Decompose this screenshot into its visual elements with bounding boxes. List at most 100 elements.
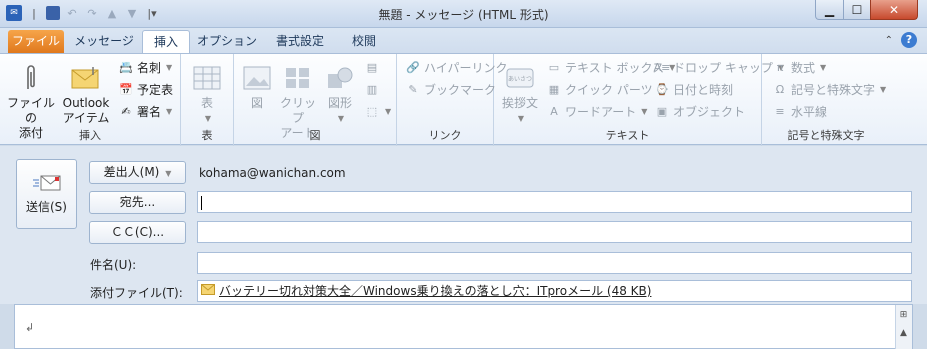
group-tables: 表 ▼ 表 bbox=[181, 54, 234, 146]
business-card-icon: 📇 bbox=[119, 61, 133, 74]
send-label: 送信(S) bbox=[26, 200, 67, 214]
calendar-icon: 📅 bbox=[119, 83, 133, 96]
ruler-toggle-icon[interactable]: ⊞ bbox=[896, 307, 911, 323]
object-icon: ▣ bbox=[656, 105, 668, 118]
group-label: 記号と特殊文字 bbox=[787, 129, 865, 142]
tab-format[interactable]: 書式設定 bbox=[268, 30, 332, 53]
shapes-icon bbox=[325, 62, 355, 94]
quickparts-button[interactable]: ▦ クイック パーツ ▼ bbox=[546, 81, 664, 98]
textbox-label: テキスト ボックス bbox=[565, 61, 665, 75]
chart-button[interactable]: ▥ bbox=[364, 81, 380, 97]
hline-button[interactable]: ≡ 水平線 bbox=[772, 103, 827, 120]
smartart-button[interactable]: ▤ bbox=[364, 59, 380, 75]
vertical-scrollbar[interactable]: ⊞ ▲ bbox=[895, 305, 912, 349]
subject-label: 件名(U): bbox=[90, 258, 137, 272]
cc-field[interactable] bbox=[197, 221, 912, 243]
send-button[interactable]: 送信(S) bbox=[16, 159, 77, 229]
signature-icon: ✍ bbox=[121, 105, 131, 118]
shapes-label: 図形 bbox=[327, 96, 352, 110]
screenshot-button[interactable]: ⬚ ▼ bbox=[364, 103, 391, 119]
textbox-icon: ▭ bbox=[548, 61, 560, 74]
omega-icon: Ω bbox=[775, 83, 785, 96]
group-label: テキスト bbox=[605, 129, 650, 142]
calendar-button[interactable]: 📅 予定表 bbox=[118, 81, 173, 98]
picture-label: 図 bbox=[250, 96, 263, 110]
equation-label: 数式 bbox=[791, 61, 816, 75]
attachment-item[interactable]: バッテリー切れ対策大全／Windows乗り換えの落とし穴：ITproメール (4… bbox=[219, 281, 651, 301]
group-text: あいさつ 挨拶文 ▼ ▭ テキスト ボックス ▼ ▦ クイック パーツ ▼ A ワードアー… bbox=[494, 54, 784, 146]
table-button[interactable]: 表 ▼ bbox=[189, 62, 225, 126]
datetime-button[interactable]: ⌚ 日付と時刻 bbox=[654, 81, 733, 98]
from-address: kohama@wanichan.com bbox=[199, 166, 346, 180]
picture-icon bbox=[242, 62, 272, 94]
subject-field[interactable] bbox=[197, 252, 912, 274]
signature-button[interactable]: ✍ 署名 ▼ bbox=[118, 103, 172, 120]
picture-button[interactable]: 図 bbox=[240, 62, 274, 111]
bookmark-label: ブックマーク bbox=[424, 83, 497, 97]
dropdown-arrow-icon: ▼ bbox=[166, 107, 173, 116]
envelope-icon bbox=[201, 281, 215, 301]
tab-message[interactable]: メッセージ bbox=[72, 30, 136, 53]
title-bar: ✉ | ↶ ↷ ▲ ▼ |▾ 無題 - メッセージ (HTML 形式) ▁ ☐ … bbox=[0, 0, 927, 28]
dropcap-icon: A≡ bbox=[653, 61, 671, 74]
greeting-button[interactable]: あいさつ 挨拶文 ▼ bbox=[500, 62, 540, 126]
group-label: 挿入 bbox=[79, 129, 101, 142]
wordart-button[interactable]: A ワードアート ▼ bbox=[546, 103, 647, 120]
window-title: 無題 - メッセージ (HTML 形式) bbox=[378, 8, 549, 22]
attach-label: 添付ファイル(T): bbox=[90, 286, 183, 300]
from-button-label: 差出人(M) bbox=[103, 165, 160, 179]
smartart-icon: ▤ bbox=[366, 60, 378, 74]
calendar-label: 予定表 bbox=[137, 83, 174, 97]
ribbon: ファイルの 添付 Outlook アイテム 📇 名刺 ▼ 📅 予定表 ✍ 署名 ▼ … bbox=[0, 53, 927, 146]
greeting-label: 挨拶文 bbox=[501, 96, 538, 110]
object-label: オブジェクト bbox=[673, 105, 746, 119]
message-body[interactable]: ↲ ⊞ ▲ bbox=[14, 304, 913, 349]
datetime-label: 日付と時刻 bbox=[673, 83, 734, 97]
shapes-button[interactable]: 図形 ▼ bbox=[322, 62, 358, 126]
quickparts-label: クイック パーツ bbox=[565, 83, 653, 97]
paragraph-mark: ↲ bbox=[25, 321, 35, 334]
business-card-button[interactable]: 📇 名刺 ▼ bbox=[118, 59, 172, 76]
greeting-icon: あいさつ bbox=[505, 62, 535, 94]
business-card-label: 名刺 bbox=[137, 61, 162, 75]
bookmark-button[interactable]: ✎ ブックマーク bbox=[405, 81, 496, 98]
hyperlink-icon: 🔗 bbox=[406, 61, 420, 74]
tab-review[interactable]: 校閲 bbox=[342, 30, 386, 53]
equation-button[interactable]: π 数式 ▼ bbox=[772, 59, 826, 76]
minimize-button[interactable]: ▁ bbox=[815, 0, 844, 20]
tab-options[interactable]: オプション bbox=[196, 30, 258, 53]
quickparts-icon: ▦ bbox=[548, 83, 560, 96]
attachment-field[interactable]: バッテリー切れ対策大全／Windows乗り換えの落とし穴：ITproメール (4… bbox=[197, 280, 912, 302]
table-label: 表 bbox=[200, 96, 213, 110]
dropdown-arrow-icon: ▼ bbox=[166, 63, 173, 72]
chart-icon: ▥ bbox=[366, 82, 378, 96]
outlook-item-button[interactable]: Outlook アイテム bbox=[60, 62, 112, 126]
pi-icon: π bbox=[776, 61, 784, 74]
group-include: ファイルの 添付 Outlook アイテム 📇 名刺 ▼ 📅 予定表 ✍ 署名 ▼ … bbox=[0, 54, 181, 146]
to-button[interactable]: 宛先... bbox=[89, 191, 186, 214]
datetime-icon: ⌚ bbox=[655, 83, 669, 96]
send-mail-icon bbox=[32, 174, 61, 192]
cc-button[interactable]: ＣＣ(C)... bbox=[89, 221, 186, 244]
bookmark-icon: ✎ bbox=[408, 83, 418, 96]
tab-insert[interactable]: 挿入 bbox=[142, 30, 190, 53]
table-icon bbox=[192, 62, 222, 94]
object-button[interactable]: ▣ オブジェクト bbox=[654, 103, 745, 120]
tab-file[interactable]: ファイル bbox=[8, 30, 64, 53]
wordart-icon: A bbox=[550, 105, 558, 118]
maximize-button[interactable]: ☐ bbox=[843, 0, 871, 20]
hyperlink-button[interactable]: 🔗 ハイパーリンク bbox=[405, 59, 507, 76]
scroll-up-icon[interactable]: ▲ bbox=[896, 325, 911, 341]
dropdown-arrow-icon: ▼ bbox=[165, 169, 172, 178]
dropdown-arrow-icon: ▼ bbox=[820, 63, 827, 72]
symbol-button[interactable]: Ω 記号と特殊文字 ▼ bbox=[772, 81, 886, 98]
paperclip-icon bbox=[16, 62, 46, 94]
help-icon[interactable]: ? bbox=[901, 32, 917, 48]
collapse-ribbon-icon[interactable]: ⌃ bbox=[885, 35, 893, 46]
from-button[interactable]: 差出人(M) ▼ bbox=[89, 161, 186, 184]
to-field[interactable] bbox=[197, 191, 912, 213]
dropdown-arrow-icon: ▼ bbox=[641, 107, 648, 116]
close-button[interactable]: ✕ bbox=[870, 0, 918, 20]
group-label: リンク bbox=[428, 129, 462, 142]
dropdown-arrow-icon: ▼ bbox=[385, 106, 392, 116]
